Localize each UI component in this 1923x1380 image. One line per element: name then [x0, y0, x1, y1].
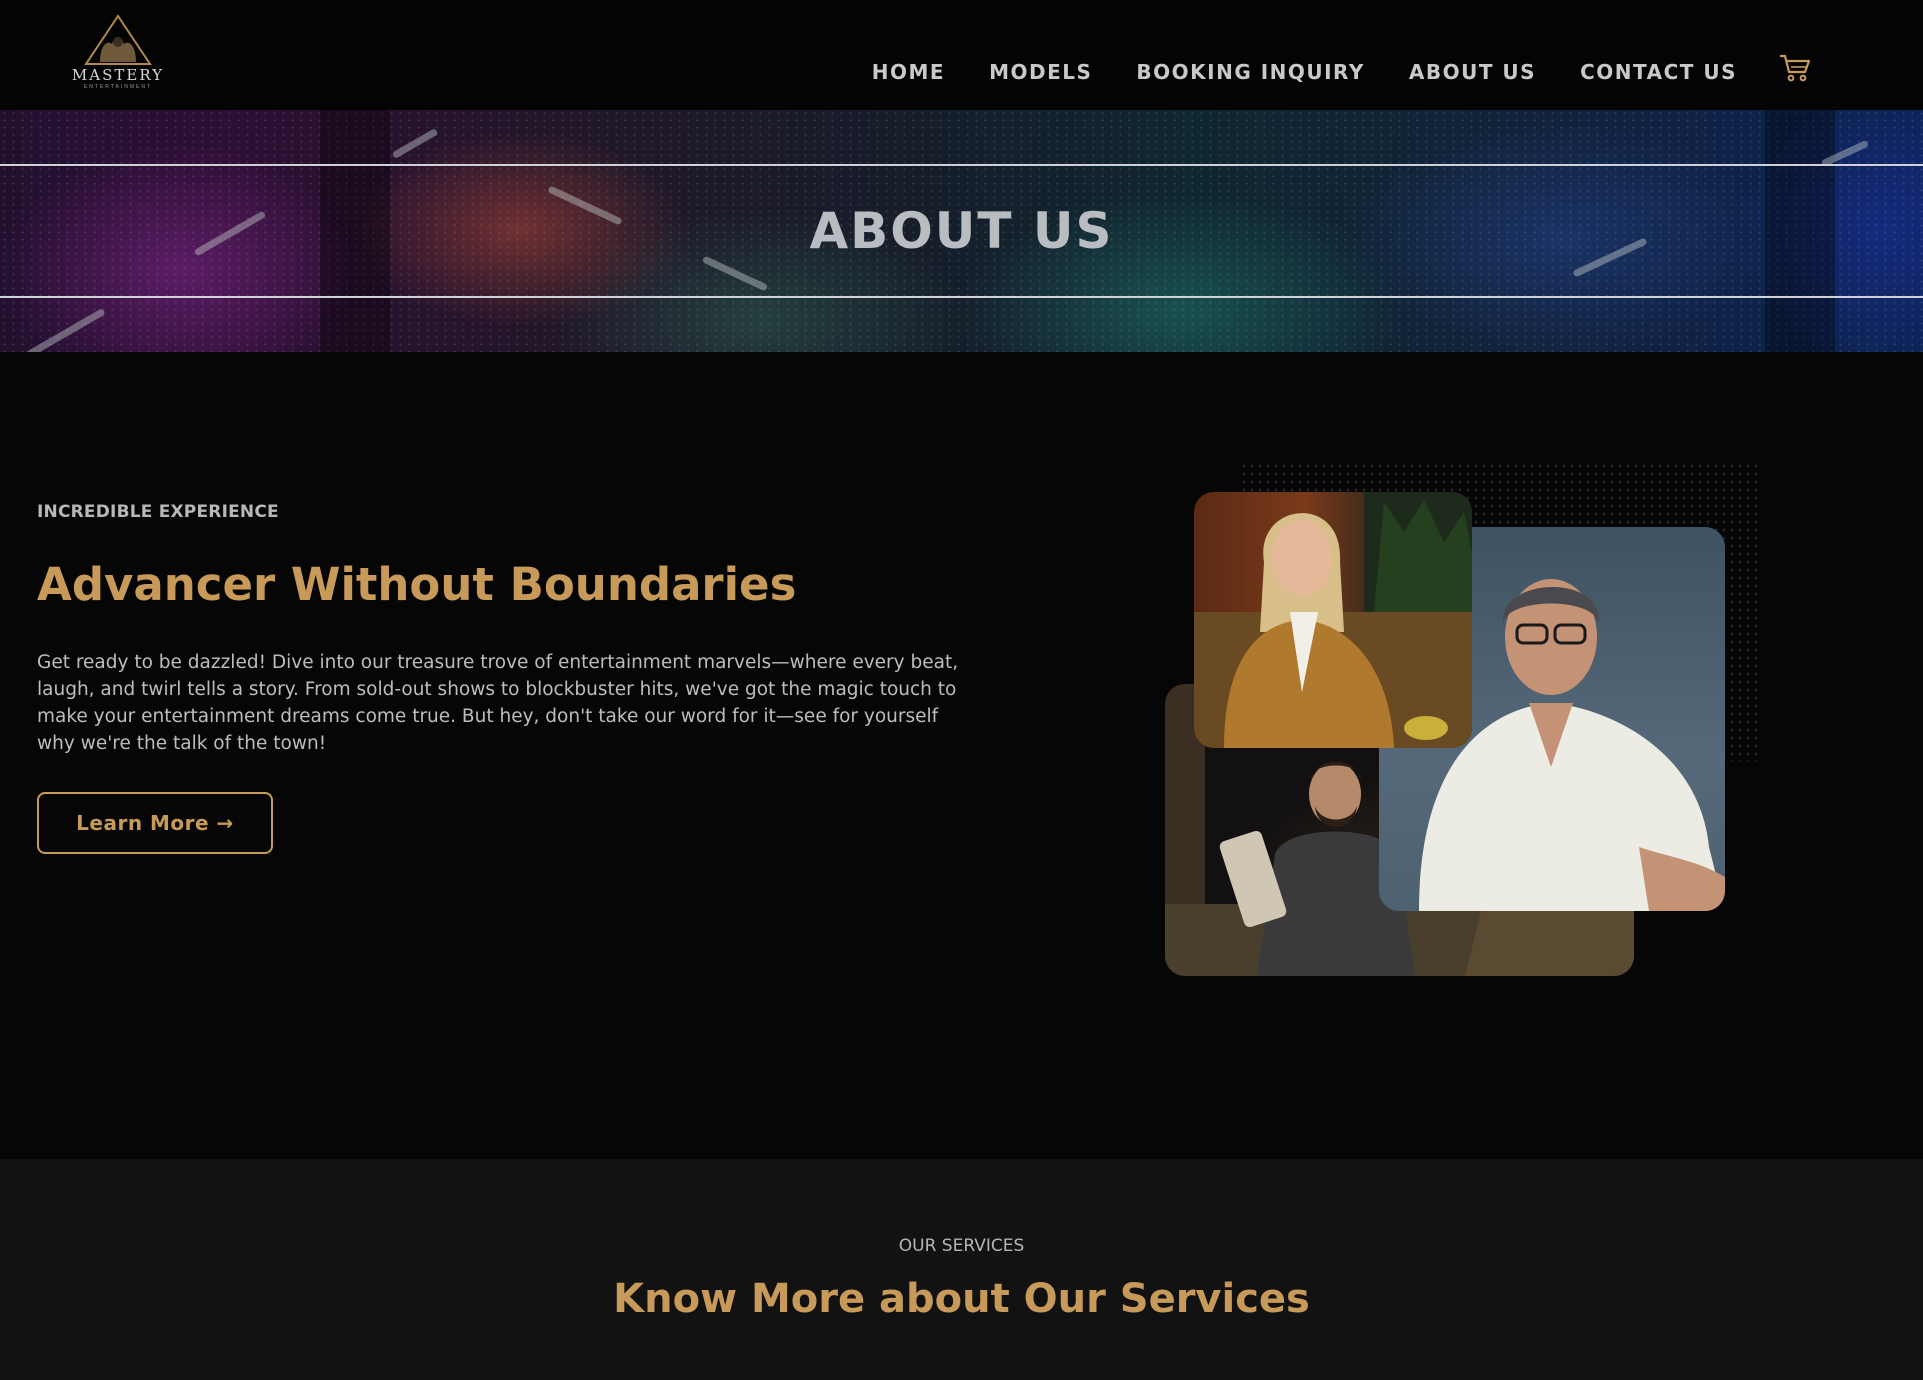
hero-rule-bottom: [0, 296, 1923, 298]
logo-subtext: ENTERTAINMENT: [83, 84, 153, 90]
nav-home[interactable]: HOME: [872, 60, 945, 84]
services-eyebrow: OUR SERVICES: [898, 1236, 1025, 1256]
actress-smiling-photo: [1194, 492, 1472, 748]
stage-light-beam: [701, 255, 769, 292]
stage-light-beam: [24, 307, 106, 352]
shopping-cart-icon: [1780, 54, 1811, 82]
site-logo[interactable]: MASTERY ENTERTAINMENT: [70, 14, 166, 94]
logo-emblem-icon: [84, 14, 152, 65]
about-eyebrow: INCREDIBLE EXPERIENCE: [37, 502, 279, 522]
about-section: INCREDIBLE EXPERIENCE Advancer Without B…: [0, 352, 1923, 1159]
about-heading: Advancer Without Boundaries: [37, 558, 797, 611]
services-heading: Know More about Our Services: [613, 1276, 1310, 1322]
stage-light-beam: [391, 127, 439, 160]
nav-models[interactable]: MODELS: [989, 60, 1092, 84]
learn-more-button[interactable]: Learn More →: [37, 792, 273, 854]
hero-rule-top: [0, 164, 1923, 166]
nav-about-us[interactable]: ABOUT US: [1409, 60, 1536, 84]
hero-banner: ABOUT US: [0, 110, 1923, 352]
services-section: OUR SERVICES Know More about Our Service…: [0, 1159, 1923, 1380]
site-header: MASTERY ENTERTAINMENT HOME MODELS BOOKIN…: [0, 0, 1923, 110]
photo-collage: [1140, 462, 1760, 1022]
about-description: Get ready to be dazzled! Dive into our t…: [37, 652, 959, 754]
main-nav: HOME MODELS BOOKING INQUIRY ABOUT US CON…: [872, 60, 1737, 84]
logo-text: MASTERY: [71, 66, 165, 84]
nav-contact-us[interactable]: CONTACT US: [1580, 60, 1737, 84]
nav-booking-inquiry[interactable]: BOOKING INQUIRY: [1136, 60, 1364, 84]
page-title: ABOUT US: [809, 202, 1114, 260]
cart-button[interactable]: [1778, 53, 1812, 83]
